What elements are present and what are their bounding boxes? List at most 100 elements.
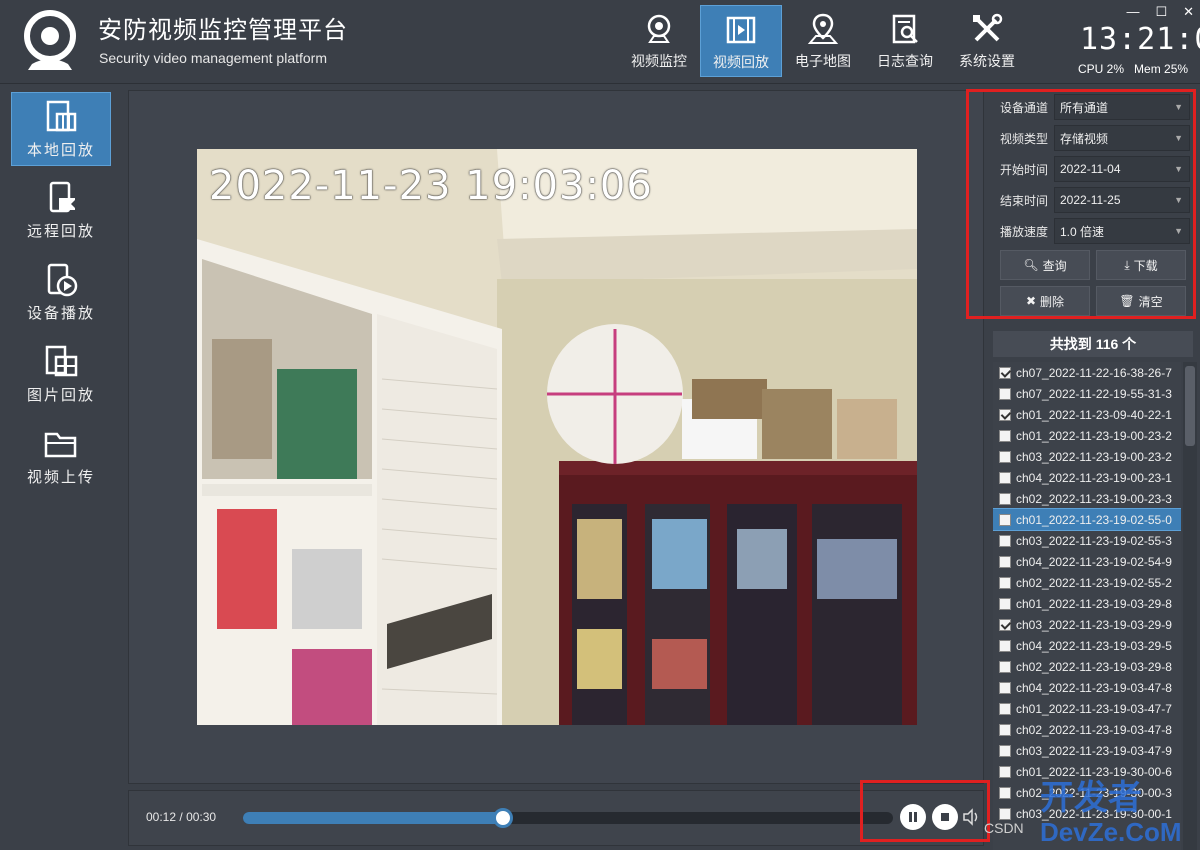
file-checkbox[interactable] [999,555,1011,568]
delete-button[interactable]: ✖ 删除 [1000,286,1090,316]
file-checkbox[interactable] [999,492,1011,505]
file-checkbox[interactable] [999,786,1011,799]
file-checkbox[interactable] [999,639,1011,652]
list-item[interactable]: ch01_2022-11-23-19-03-47-7 [993,698,1181,719]
speed-label: 播放速度 [1000,224,1049,239]
end-date-value: 2022-11-25 [1060,193,1121,207]
list-item[interactable]: ch04_2022-11-23-19-03-47-8 [993,677,1181,698]
file-checkbox[interactable] [999,387,1011,400]
sidebar-item-video-upload[interactable]: 视频上传 [11,420,111,494]
sidebar-item-device-play[interactable]: 设备播放 [11,256,111,330]
clear-button[interactable]: 🗑︎ 清空 [1096,286,1186,316]
app-subtitle: Security video management platform [99,50,327,66]
channel-select[interactable]: 所有通道 ▼ [1054,94,1190,120]
nav-electronic-map[interactable]: 电子地图 [782,5,864,77]
list-item[interactable]: ch03_2022-11-23-19-02-55-3 [993,530,1181,551]
file-checkbox[interactable] [999,471,1011,484]
stop-button[interactable] [932,804,958,830]
maximize-icon[interactable]: ☐ [1155,4,1167,20]
video-type-select[interactable]: 存储视频 ▼ [1054,125,1190,151]
list-item[interactable]: ch04_2022-11-23-19-00-23-1 [993,467,1181,488]
list-item[interactable]: ch01_2022-11-23-19-00-23-2 [993,425,1181,446]
file-checkbox[interactable] [999,450,1011,463]
minimize-icon[interactable]: — [1126,4,1139,20]
file-name: ch01_2022-11-23-09-40-22-1 [1016,407,1172,422]
file-name: ch04_2022-11-23-19-00-23-1 [1016,470,1172,485]
file-checkbox[interactable] [999,597,1011,610]
close-icon[interactable]: ✕ [1183,4,1194,20]
file-checkbox[interactable] [999,702,1011,715]
stop-icon [941,813,949,821]
delete-x-icon: ✖ [1025,294,1037,308]
file-name: ch03_2022-11-23-19-00-23-2 [1016,449,1172,464]
query-button[interactable]: 🔍︎ 查询 [1000,250,1090,280]
file-checkbox[interactable] [999,513,1011,526]
download-button[interactable]: ⤓ 下载 [1096,250,1186,280]
file-checkbox[interactable] [999,618,1011,631]
nav-label: 系统设置 [959,53,1015,69]
list-item[interactable]: ch02_2022-11-23-19-03-47-8 [993,719,1181,740]
list-item[interactable]: ch03_2022-11-23-19-03-47-9 [993,740,1181,761]
file-checkbox[interactable] [999,681,1011,694]
end-date-picker[interactable]: 2022-11-25 ▼ [1054,187,1190,213]
list-item[interactable]: ch01_2022-11-23-09-40-22-1 [993,404,1181,425]
nav-video-playback[interactable]: 视频回放 [700,5,782,77]
current-time: 00:12 [146,810,177,824]
file-checkbox[interactable] [999,366,1011,379]
file-checkbox[interactable] [999,660,1011,673]
file-checkbox[interactable] [999,534,1011,547]
list-item[interactable]: ch02_2022-11-23-19-02-55-2 [993,572,1181,593]
sidebar-item-local-playback[interactable]: 本地回放 [11,92,111,166]
list-item[interactable]: ch07_2022-11-22-19-55-31-3 [993,383,1181,404]
file-list[interactable]: ch07_2022-11-22-16-38-26-7 ch07_2022-11-2… [993,362,1181,850]
file-name: ch03_2022-11-23-19-03-47-9 [1016,743,1172,758]
file-checkbox[interactable] [999,408,1011,421]
file-checkbox[interactable] [999,429,1011,442]
list-item[interactable]: ch03_2022-11-23-19-03-29-9 [993,614,1181,635]
video-timestamp-osd: 2022-11-23 19:03:06 [209,163,653,209]
list-item[interactable]: ch02_2022-11-23-19-03-29-8 [993,656,1181,677]
file-checkbox[interactable] [999,744,1011,757]
sidebar-item-label: 视频上传 [26,469,95,486]
pause-button[interactable] [900,804,926,830]
video-frame[interactable]: 2022-11-23 19:03:06 [197,149,917,725]
camera-scene-image [197,149,917,725]
list-item[interactable]: ch02_2022-11-23-19-00-23-3 [993,488,1181,509]
nav-label: 视频回放 [713,54,769,70]
progress-slider[interactable] [243,808,893,828]
list-item[interactable]: ch03_2022-11-23-19-00-23-2 [993,446,1181,467]
list-item[interactable]: ch01_2022-11-23-19-03-29-8 [993,593,1181,614]
watermark-brand-latin: DevZe.CoM [1040,817,1182,847]
nav-system-settings[interactable]: 系统设置 [946,5,1028,77]
list-item[interactable]: ch04_2022-11-23-19-02-54-9 [993,551,1181,572]
list-item[interactable]: ch04_2022-11-23-19-03-29-5 [993,635,1181,656]
speed-select[interactable]: 1.0 倍速 ▼ [1054,218,1190,244]
nav-log-query[interactable]: 日志查询 [864,5,946,77]
volume-button[interactable] [962,808,980,831]
download-label: 下载 [1133,258,1158,273]
nav-video-monitor[interactable]: 视频监控 [618,5,700,77]
video-panel: 2022-11-23 19:03:06 [128,90,984,784]
main-nav: 视频监控 视频回放 电子地图 日志查询 系统设置 [618,5,1028,77]
file-checkbox[interactable] [999,576,1011,589]
channel-value: 所有通道 [1060,100,1109,115]
list-item[interactable]: ch07_2022-11-22-16-38-26-7 [993,362,1181,383]
sidebar-item-image-playback[interactable]: 图片回放 [11,338,111,412]
query-label: 查询 [1042,258,1067,273]
map-pin-icon [807,13,839,44]
file-list-scrollbar[interactable] [1183,362,1197,850]
device-play-icon [47,263,78,297]
file-checkbox[interactable] [999,723,1011,736]
list-item[interactable]: ch01_2022-11-23-19-02-55-0 [993,508,1181,531]
video-type-value: 存储视频 [1060,131,1109,146]
progress-handle[interactable] [493,808,513,828]
file-checkbox[interactable] [999,765,1011,778]
scrollbar-thumb[interactable] [1185,366,1195,446]
file-name: ch02_2022-11-23-19-02-55-2 [1016,575,1172,590]
start-date-picker[interactable]: 2022-11-04 ▼ [1054,156,1190,182]
time-separator: / [179,810,183,824]
file-checkbox[interactable] [999,807,1011,820]
sidebar-item-remote-playback[interactable]: 远程回放 [11,174,111,248]
tools-icon [973,13,1003,42]
webcam-logo-icon [24,10,76,70]
